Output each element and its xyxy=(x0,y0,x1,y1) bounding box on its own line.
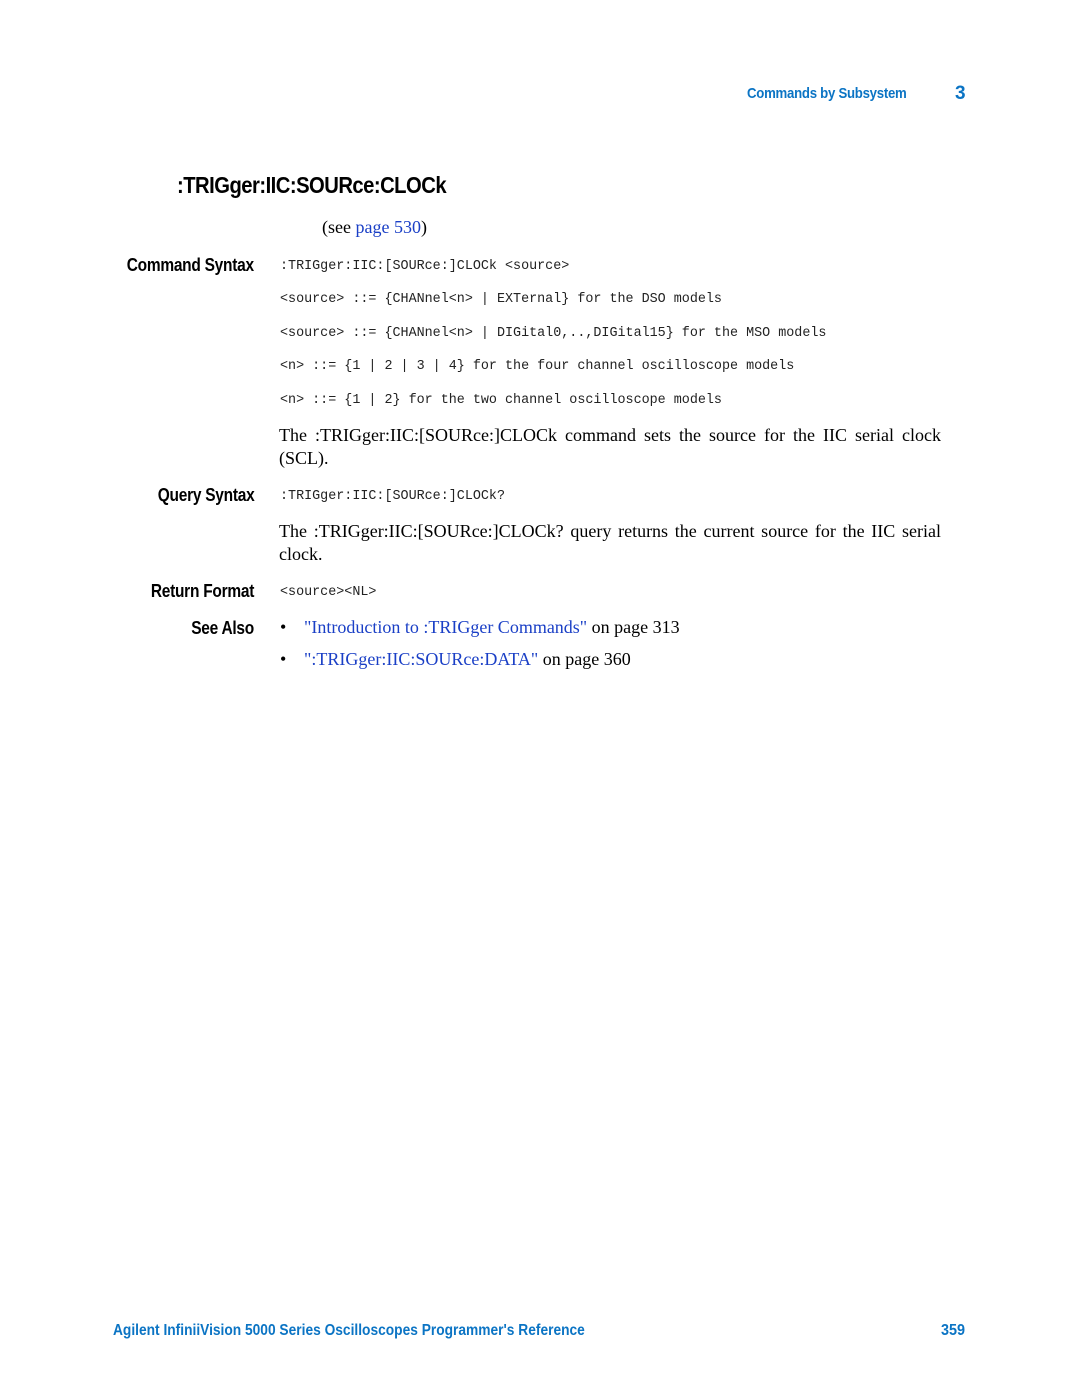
see-also-page: on page 360 xyxy=(538,649,631,669)
page-title: :TRIGger:IIC:SOURce:CLOCk xyxy=(177,172,447,198)
see-page-suffix: ) xyxy=(420,217,427,237)
see-page-prefix: (see xyxy=(322,217,356,237)
query-syntax-line: :TRIGger:IIC:[SOURce:]CLOCk? xyxy=(280,489,505,504)
query-description: The :TRIGger:IIC:[SOURce:]CLOCk? query r… xyxy=(279,521,941,564)
footer-page-number: 359 xyxy=(941,1322,966,1339)
see-also-link[interactable]: ":TRIGger:IIC:SOURce:DATA" xyxy=(304,649,538,669)
running-header-chapter-number: 3 xyxy=(955,83,966,104)
command-syntax-line: :TRIGger:IIC:[SOURce:]CLOCk <source> xyxy=(280,259,570,274)
bullet-icon: • xyxy=(280,617,287,637)
return-format-label: Return Format xyxy=(150,581,255,601)
command-syntax-line: <n> ::= {1 | 2} for the two channel osci… xyxy=(280,393,722,408)
footer-document-title: Agilent InfiniiVision 5000 Series Oscill… xyxy=(113,1322,585,1339)
see-also-item: • ":TRIGger:IIC:SOURce:DATA" on page 360 xyxy=(280,649,631,670)
return-format-line: <source><NL> xyxy=(280,585,377,600)
command-description: The :TRIGger:IIC:[SOURce:]CLOCk command … xyxy=(279,425,941,468)
see-page-reference: (see page 530) xyxy=(322,217,427,238)
see-also-item: • "Introduction to :TRIGger Commands" on … xyxy=(280,617,680,638)
bullet-icon: • xyxy=(280,649,287,669)
see-also-link[interactable]: "Introduction to :TRIGger Commands" xyxy=(304,617,587,637)
command-syntax-line: <n> ::= {1 | 2 | 3 | 4} for the four cha… xyxy=(280,359,795,374)
command-syntax-line: <source> ::= {CHANnel<n> | DIGital0,..,D… xyxy=(280,326,827,341)
see-also-page: on page 313 xyxy=(587,617,680,637)
see-page-link[interactable]: page 530 xyxy=(355,217,420,237)
see-also-label: See Also xyxy=(191,618,254,638)
command-syntax-line: <source> ::= {CHANnel<n> | EXTernal} for… xyxy=(280,292,722,307)
query-syntax-label: Query Syntax xyxy=(157,485,254,505)
running-header-section: Commands by Subsystem xyxy=(747,85,907,102)
command-syntax-label: Command Syntax xyxy=(126,255,254,275)
